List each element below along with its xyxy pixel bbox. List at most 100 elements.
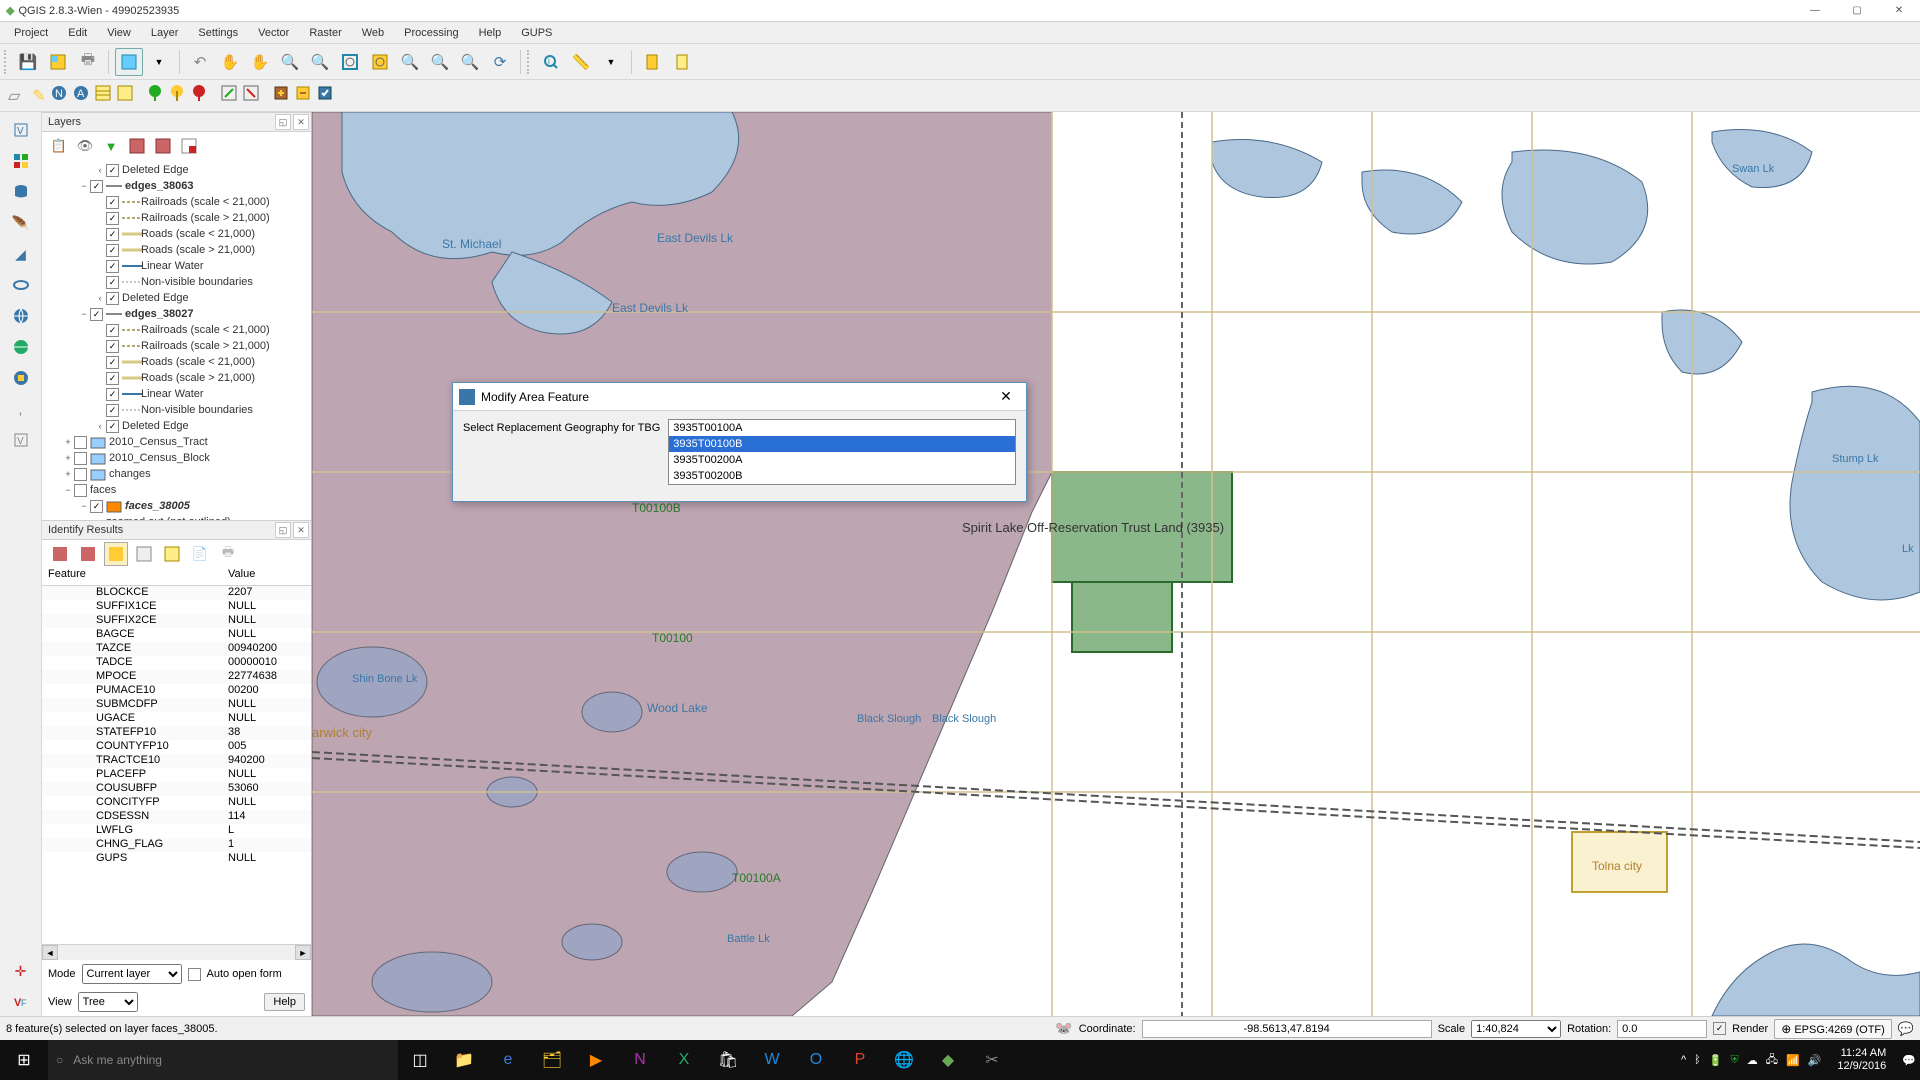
identify-row[interactable]: SUFFIX2CENULL [42,614,311,628]
taskbar-search[interactable]: ○ Ask me anything [48,1040,398,1080]
layer-tree-row[interactable]: Roads (scale > 21,000) [46,242,307,258]
add-wfs-icon[interactable] [7,364,35,392]
toolbar-handle[interactable] [527,50,533,74]
dropdown-option[interactable]: 3935T00100B [669,436,1015,452]
taskbar-clock[interactable]: 11:24 AM 12/9/2016 [1829,1047,1894,1073]
word-icon[interactable]: W [750,1040,794,1080]
toggle-editing-icon[interactable]: ✎ [32,86,45,106]
menu-gups[interactable]: GUPS [511,25,562,41]
add-wms-icon[interactable] [7,302,35,330]
wifi-icon[interactable]: 📶 [1786,1054,1800,1067]
export-icon[interactable] [272,84,290,107]
scale-select[interactable]: 1:40,824 [1471,1020,1561,1038]
layer-tree-row[interactable]: Roads (scale < 21,000) [46,354,307,370]
zoom-in-icon[interactable]: 🔍 [276,48,304,76]
zoom-full-icon[interactable] [336,48,364,76]
remove-layer-icon[interactable] [178,135,200,157]
coordinate-input[interactable] [1142,1020,1432,1038]
zoom-out-icon[interactable]: 🔍 [306,48,334,76]
maximize-button[interactable]: ▢ [1836,0,1878,22]
identify-row[interactable]: CHNG_FLAG1 [42,838,311,852]
media-player-icon[interactable]: ▶ [574,1040,618,1080]
add-wcs-icon[interactable] [7,333,35,361]
tray-up-icon[interactable]: ^ [1681,1054,1686,1066]
identify-row[interactable]: PUMACE1000200 [42,684,311,698]
undock-icon[interactable]: ◱ [275,114,291,130]
menu-view[interactable]: View [97,25,141,41]
volume-icon[interactable]: 🔊 [1808,1054,1822,1067]
show-bookmarks-icon[interactable] [668,48,696,76]
identify-row[interactable]: CDSESSN114 [42,810,311,824]
value-column-header[interactable]: Value [222,568,311,585]
zoom-selection-icon[interactable] [366,48,394,76]
attribute-tool-icon[interactable]: A [72,84,90,107]
identify-row[interactable]: TADCE00000010 [42,656,311,670]
menu-settings[interactable]: Settings [188,25,248,41]
save-icon[interactable]: 💾 [14,48,42,76]
network-icon[interactable]: 🖧 [1766,1051,1778,1070]
layer-tree-row[interactable]: Linear Water [46,258,307,274]
copy-icon[interactable]: 📄 [188,542,212,566]
file-explorer-icon[interactable]: 📁 [442,1040,486,1080]
toggle-extents-icon[interactable]: 🐭 [1055,1020,1072,1037]
menu-help[interactable]: Help [469,25,512,41]
new-project-icon[interactable] [44,48,72,76]
onenote-icon[interactable]: N [618,1040,662,1080]
close-button[interactable]: ✕ [1878,0,1920,22]
toolbar-handle[interactable] [4,50,10,74]
add-mssql-icon[interactable]: ◢ [7,240,35,268]
identify-row[interactable]: LWFLGL [42,824,311,838]
dropdown-arrow-icon[interactable]: ▼ [597,48,625,76]
task-view-icon[interactable]: ◫ [398,1040,442,1080]
identify-table[interactable]: BLOCKCE2207SUFFIX1CENULLSUFFIX2CENULLBAG… [42,586,311,944]
identify-row[interactable]: PLACEFPNULL [42,768,311,782]
zoom-layer-icon[interactable]: 🔍 [396,48,424,76]
render-checkbox[interactable] [1713,1022,1726,1035]
identify-row[interactable]: MPOCE22774638 [42,670,311,684]
powerpoint-icon[interactable]: P [838,1040,882,1080]
new-bookmark-icon[interactable] [638,48,666,76]
collapse-all-icon[interactable] [152,135,174,157]
identify-row[interactable]: BLOCKCE2207 [42,586,311,600]
dropdown-option[interactable]: 3935T00200A [669,452,1015,468]
zoom-next-icon[interactable]: 🔍 [456,48,484,76]
zoom-last-icon[interactable]: 🔍 [426,48,454,76]
scroll-right-icon[interactable]: ► [295,945,311,960]
help-button[interactable]: Help [264,993,305,1011]
dialog-close-button[interactable]: ✕ [986,383,1026,411]
notifications-icon[interactable]: 💬 [1902,1054,1916,1067]
expand-all-icon[interactable] [126,135,148,157]
layer-tree-row[interactable]: Railroads (scale > 21,000) [46,210,307,226]
menu-processing[interactable]: Processing [394,25,468,41]
bluetooth-icon[interactable]: ᛒ [1694,1054,1701,1066]
menu-project[interactable]: Project [4,25,58,41]
identify-row[interactable]: SUBMCDFPNULL [42,698,311,712]
identify-icon[interactable]: i [537,48,565,76]
identify-row[interactable]: STATEFP1038 [42,726,311,740]
layer-tree-row[interactable]: Railroads (scale > 21,000) [46,338,307,354]
menu-layer[interactable]: Layer [141,25,189,41]
edit-geometry-icon[interactable] [220,84,238,107]
pan-to-selection-icon[interactable]: ✋ [246,48,274,76]
replacement-geography-dropdown[interactable]: 3935T00100A3935T00100B3935T00200A3935T00… [668,419,1016,485]
undock-icon[interactable]: ◱ [275,522,291,538]
menu-web[interactable]: Web [352,25,394,41]
identify-row[interactable]: GUPSNULL [42,852,311,866]
layer-tree-row[interactable]: ‹Deleted Edge [46,290,307,306]
identify-row[interactable]: TAZCE00940200 [42,642,311,656]
gps-icon[interactable]: ✛ [7,957,35,985]
horizontal-scrollbar[interactable]: ◄ ► [42,944,311,960]
add-oracle-icon[interactable] [7,271,35,299]
layer-tree-row[interactable]: Railroads (scale < 21,000) [46,322,307,338]
print-icon[interactable]: 🖶 [216,542,240,566]
close-panel-icon[interactable]: ✕ [293,114,309,130]
layer-tree-row[interactable]: +2010_Census_Block [46,450,307,466]
form-view-icon[interactable] [132,542,156,566]
layer-tree-row[interactable]: Roads (scale > 21,000) [46,370,307,386]
add-raster-icon[interactable] [7,147,35,175]
attribute-table-icon[interactable] [94,84,112,107]
validate-icon[interactable] [316,84,334,107]
explorer-icon[interactable]: 🗂 [530,1040,574,1080]
undo-icon[interactable]: ↶ [186,48,214,76]
identify-row[interactable]: BAGCENULL [42,628,311,642]
